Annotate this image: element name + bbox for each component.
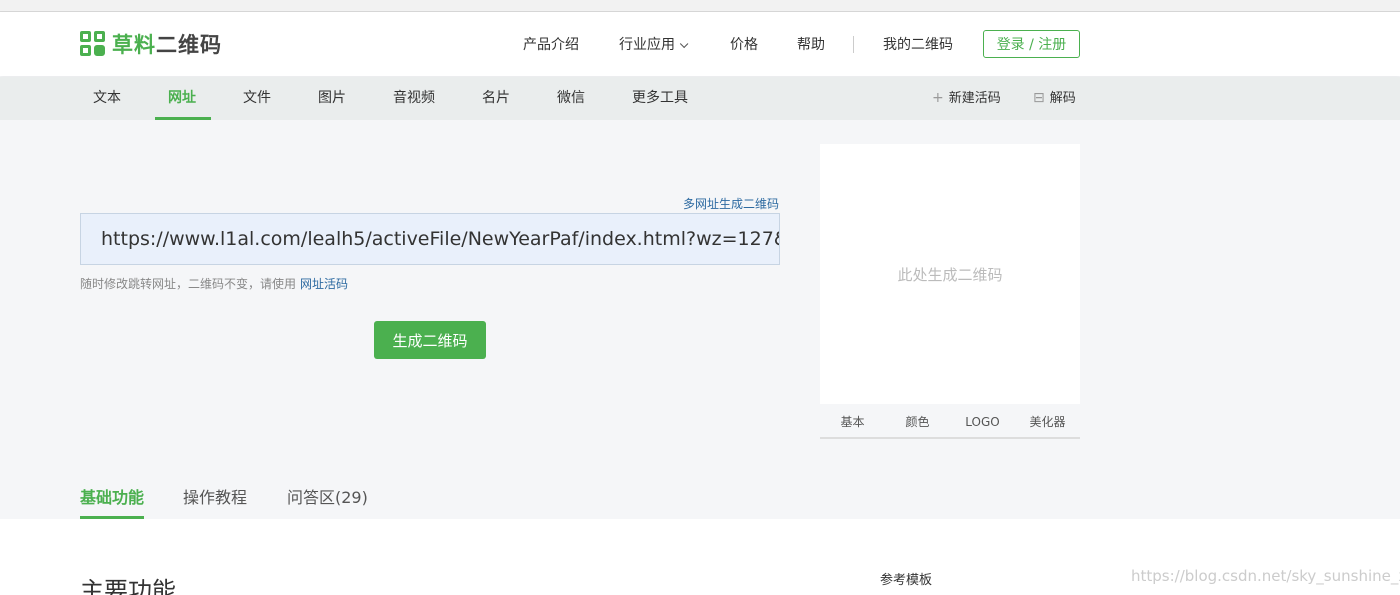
tab-basic-features[interactable]: 基础功能 <box>80 484 144 508</box>
tab-basic[interactable]: 基本 <box>820 404 885 437</box>
tab-logo[interactable]: LOGO <box>950 404 1015 437</box>
tab-image[interactable]: 图片 <box>318 77 346 120</box>
brand-name-part1: 草料 <box>112 33 156 57</box>
browser-bar <box>0 0 1400 12</box>
decode-button[interactable]: ⊟ 解码 <box>1033 77 1076 120</box>
hint-text: 随时修改跳转网址，二维码不变，请使用 <box>80 277 297 291</box>
tab-color[interactable]: 颜色 <box>885 404 950 437</box>
tab-tutorial[interactable]: 操作教程 <box>183 484 247 508</box>
new-dynamic-code-button[interactable]: + 新建活码 <box>932 77 1001 120</box>
brand-name-part2: 二维码 <box>156 33 222 57</box>
tab-beautifier[interactable]: 美化器 <box>1015 404 1080 437</box>
content-area: 主要功能 参考模板 https://blog.csdn.net/sky_suns… <box>0 519 1400 595</box>
site-header: 草料二维码 产品介绍 行业应用 价格 帮助 我的二维码 登录 / 注册 <box>0 12 1400 76</box>
url-dynamic-code-link[interactable]: 网址活码 <box>300 277 348 291</box>
active-tab-indicator <box>155 117 211 120</box>
qr-placeholder: 此处生成二维码 <box>897 266 1003 284</box>
type-tabs: 文本 网址 文件 图片 音视频 名片 微信 更多工具 + 新建活码 ⊟ 解码 <box>0 77 1400 120</box>
nav-divider <box>853 36 854 53</box>
qr-logo-icon <box>80 31 106 57</box>
nav-industry-label: 行业应用 <box>619 37 675 53</box>
tab-file[interactable]: 文件 <box>243 77 271 120</box>
new-dynamic-code-label: 新建活码 <box>948 91 1001 106</box>
qr-style-tabs: 基本 颜色 LOGO 美化器 <box>820 404 1080 439</box>
tab-wechat[interactable]: 微信 <box>557 77 585 120</box>
generate-qr-button[interactable]: 生成二维码 <box>374 321 486 359</box>
tab-text[interactable]: 文本 <box>93 77 121 120</box>
plus-icon: + <box>932 90 944 106</box>
section-tabs: 基础功能 操作教程 问答区(29) <box>0 470 1400 519</box>
chevron-down-icon <box>679 39 689 49</box>
nav-industry[interactable]: 行业应用 <box>619 34 689 54</box>
decode-label: 解码 <box>1049 91 1076 106</box>
nav-price[interactable]: 价格 <box>730 34 758 54</box>
dynamic-code-hint: 随时修改跳转网址，二维码不变，请使用 网址活码 <box>80 275 348 292</box>
tab-card[interactable]: 名片 <box>482 77 510 120</box>
login-button[interactable]: 登录 / 注册 <box>983 30 1080 58</box>
reference-templates-heading: 参考模板 <box>880 573 933 588</box>
brand-name: 草料二维码 <box>112 29 222 59</box>
watermark: https://blog.csdn.net/sky_sunshine_x <box>1131 567 1400 585</box>
scan-icon: ⊟ <box>1033 90 1045 106</box>
tab-qa[interactable]: 问答区(29) <box>287 484 368 508</box>
nav-product[interactable]: 产品介绍 <box>523 34 579 54</box>
nav-my-qr[interactable]: 我的二维码 <box>883 34 953 54</box>
tab-av[interactable]: 音视频 <box>393 77 435 120</box>
url-input[interactable]: https://www.l1al.com/lealh5/activeFile/N… <box>80 213 780 265</box>
main-features-heading: 主要功能 <box>80 577 176 595</box>
nav-help[interactable]: 帮助 <box>797 34 825 54</box>
site-logo[interactable]: 草料二维码 <box>80 30 222 58</box>
multi-url-link[interactable]: 多网址生成二维码 <box>683 195 779 212</box>
tab-url[interactable]: 网址 <box>168 77 196 120</box>
qr-preview: 此处生成二维码 <box>820 144 1080 404</box>
tab-more-tools[interactable]: 更多工具 <box>632 77 688 120</box>
